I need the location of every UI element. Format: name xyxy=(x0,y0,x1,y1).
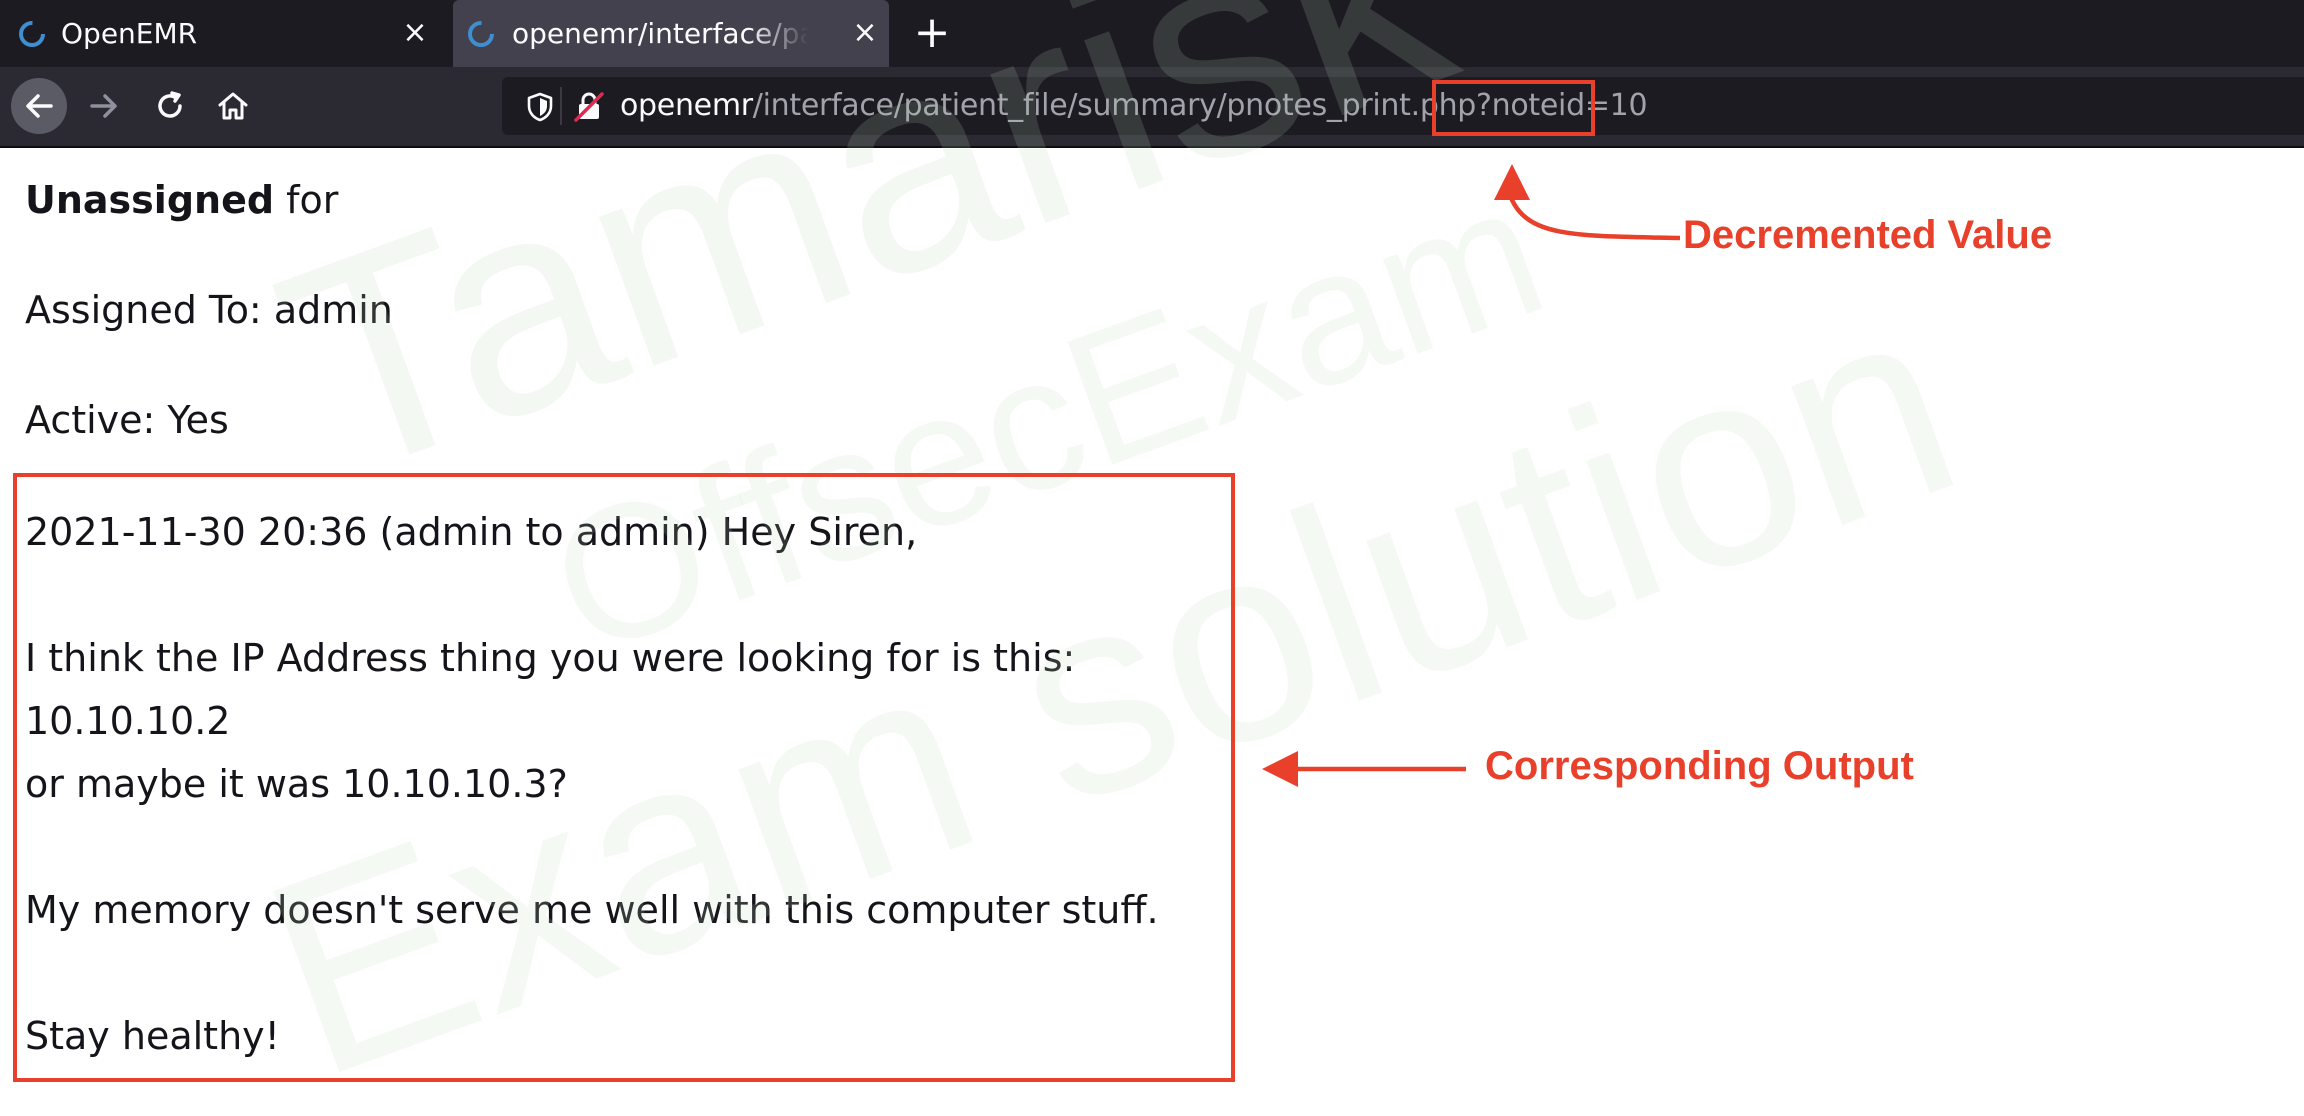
loading-favicon-icon xyxy=(468,21,494,47)
url-path: /interface/patient_file/summary/pnotes_p… xyxy=(752,88,1477,123)
new-tab-button[interactable]: + xyxy=(909,11,955,57)
tab-title: openemr/interface/patient_file/summary/p… xyxy=(512,17,808,50)
urlbar-separator xyxy=(560,87,562,125)
insecure-lock-icon[interactable] xyxy=(572,91,606,123)
navigation-bar: openemr/interface/patient_file/summary/p… xyxy=(0,67,2304,148)
back-button[interactable] xyxy=(11,78,67,134)
tab-close-icon[interactable]: × xyxy=(845,13,885,53)
decremented-arrow xyxy=(1494,164,1681,241)
corresponding-output-label: Corresponding Output xyxy=(1485,744,1914,788)
decremented-value-label: Decremented Value xyxy=(1683,213,2053,257)
tab-title: OpenEMR xyxy=(61,17,198,50)
url-bar[interactable]: openemr/interface/patient_file/summary/p… xyxy=(502,77,2304,135)
active-status: Active: Yes xyxy=(25,398,229,442)
note-status: Unassigned xyxy=(25,178,275,222)
home-button[interactable] xyxy=(205,78,261,134)
forward-button[interactable] xyxy=(76,78,132,134)
openemr-favicon-icon xyxy=(19,21,45,47)
note-status-suffix: for xyxy=(274,178,339,222)
tab-close-icon[interactable]: × xyxy=(395,13,435,53)
back-arrow-icon xyxy=(26,94,53,118)
tab-openemr[interactable]: OpenEMR × xyxy=(0,0,445,67)
url-host: openemr xyxy=(620,88,753,123)
tab-pnotes-print[interactable]: openemr/interface/patient_file/summary/p… xyxy=(453,0,889,67)
home-icon xyxy=(218,92,248,120)
assigned-to: Assigned To: admin xyxy=(25,288,393,332)
output-highlight-box xyxy=(13,473,1235,1082)
note-status-line: Unassigned for xyxy=(25,178,338,222)
tab-strip: OpenEMR × openemr/interface/patient_file… xyxy=(0,0,2304,67)
reload-icon xyxy=(158,91,182,118)
url-query-highlight-box xyxy=(1432,80,1595,136)
forward-arrow-icon xyxy=(90,94,117,118)
reload-button[interactable] xyxy=(142,78,198,134)
shield-icon[interactable] xyxy=(526,92,554,122)
